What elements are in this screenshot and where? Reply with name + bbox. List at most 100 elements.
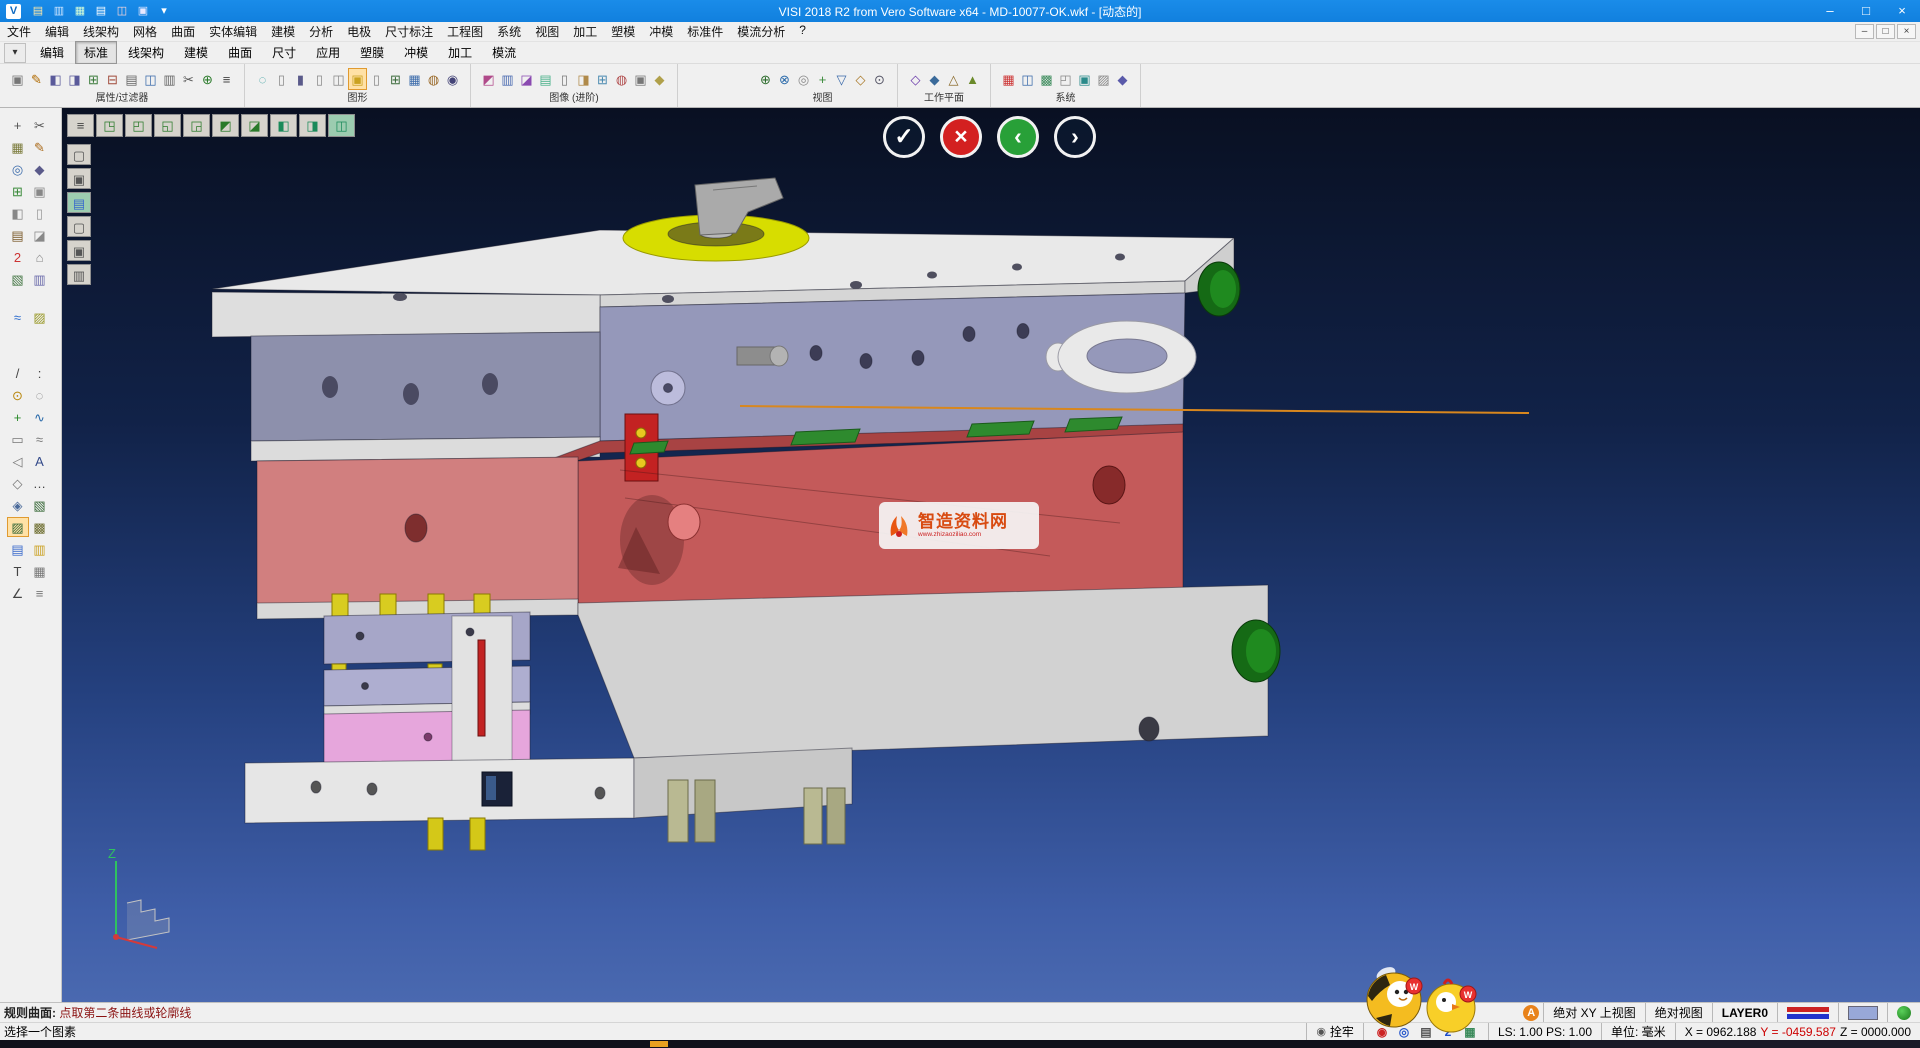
toolbar-tab[interactable]: 塑膜 (351, 41, 393, 64)
left-tool-icon[interactable]: ▣ (29, 181, 51, 201)
layer-cell[interactable]: LAYER0 (1712, 1003, 1777, 1022)
menu-item[interactable]: 系统 (490, 23, 528, 40)
left-tool-icon[interactable]: ▨ (7, 517, 29, 537)
menu-item[interactable]: 建模 (264, 23, 302, 40)
toolbar-icon[interactable]: ◇ (906, 68, 925, 90)
toolbar-tab[interactable]: 标准 (75, 41, 117, 64)
toolbar-icon[interactable]: ◨ (574, 68, 593, 90)
toolbar-icon[interactable]: ✂ (179, 68, 198, 90)
left-tool-icon[interactable]: ◎ (7, 159, 29, 179)
menu-item[interactable]: 标准件 (680, 23, 730, 40)
left-tool-icon[interactable]: + (7, 115, 29, 135)
left-tool-icon[interactable]: ⌂ (29, 247, 51, 267)
menu-item[interactable]: 文件 (0, 23, 38, 40)
left-tool-icon[interactable]: ▯ (29, 203, 51, 223)
left-tool-icon[interactable]: : (29, 363, 51, 383)
open-file-icon[interactable]: ▥ (50, 3, 68, 19)
view-back-icon[interactable]: ◩ (212, 114, 239, 137)
toolbar-icon[interactable]: ◉ (443, 68, 462, 90)
toolbar-icon[interactable]: ▩ (1037, 68, 1056, 90)
toolbar-icon[interactable]: ◨ (65, 68, 84, 90)
toolbar-tab[interactable]: 应用 (307, 41, 349, 64)
globe-cell[interactable] (1887, 1003, 1920, 1022)
toolbar-icon[interactable]: ⊕ (198, 68, 217, 90)
toolbar-icon[interactable]: ◆ (650, 68, 669, 90)
left-tool-icon[interactable]: ◈ (7, 495, 29, 515)
toolbar-icon[interactable]: ◇ (851, 68, 870, 90)
left-tool-icon[interactable]: ≈ (7, 307, 29, 327)
annotation-a-icon[interactable]: A (1523, 1005, 1539, 1021)
3d-viewport[interactable]: Z (62, 108, 1920, 1002)
abs-xy-view-cell[interactable]: 绝对 XY 上视图 (1543, 1003, 1644, 1022)
toolbar-icon[interactable]: ▨ (1094, 68, 1113, 90)
doc-minimize-button[interactable]: – (1855, 24, 1874, 39)
left-tool-icon[interactable]: ▦ (7, 137, 29, 157)
confirm-ok-button[interactable]: ✓ (883, 116, 925, 158)
undo-icon[interactable]: ◫ (113, 3, 131, 19)
toolbar-icon[interactable]: ▤ (122, 68, 141, 90)
close-button[interactable]: × (1884, 0, 1920, 22)
toolbar-icon[interactable]: ◎ (794, 68, 813, 90)
menu-item[interactable]: 冲模 (642, 23, 680, 40)
left-tool-icon[interactable]: ◆ (29, 159, 51, 179)
clip-4-icon[interactable]: ▢ (67, 216, 91, 237)
toolbar-icon[interactable]: ◪ (517, 68, 536, 90)
toolbar-tab[interactable]: 模流 (483, 41, 525, 64)
toolbar-icon[interactable]: ▦ (999, 68, 1018, 90)
left-tool-icon[interactable]: + (7, 407, 29, 427)
left-tool-icon[interactable]: … (29, 473, 51, 493)
left-tool-icon[interactable]: ✎ (29, 137, 51, 157)
taskbar[interactable] (0, 1040, 1920, 1048)
clip-2-icon[interactable]: ▣ (67, 168, 91, 189)
view-top-icon[interactable]: ◰ (125, 114, 152, 137)
left-tool-icon[interactable]: ▨ (29, 307, 51, 327)
left-tool-icon[interactable]: ≡ (29, 583, 51, 603)
menu-item[interactable]: 实体编辑 (202, 23, 264, 40)
toolbar-icon[interactable]: ◌ (253, 68, 272, 90)
confirm-cancel-button[interactable]: × (940, 116, 982, 158)
toolbar-icon[interactable]: ▮ (291, 68, 310, 90)
dropdown-icon[interactable]: ▾ (155, 3, 173, 19)
taskbar-app-icon[interactable] (650, 1041, 668, 1047)
menu-item[interactable]: 工程图 (440, 23, 490, 40)
doc-close-button[interactable]: × (1897, 24, 1916, 39)
toolbar-icon[interactable]: ▣ (8, 68, 27, 90)
clip-1-icon[interactable]: ▢ (67, 144, 91, 165)
abs-view-cell[interactable]: 绝对视图 (1645, 1003, 1712, 1022)
menu-item[interactable]: 分析 (302, 23, 340, 40)
mold-assembly[interactable] (212, 178, 1529, 850)
toolbar-icon[interactable]: ▣ (631, 68, 650, 90)
clip-6-icon[interactable]: ▥ (67, 264, 91, 285)
left-tool-icon[interactable]: ◇ (7, 473, 29, 493)
toolbar-icon[interactable]: ◆ (925, 68, 944, 90)
toolbar-icon[interactable]: ⊗ (775, 68, 794, 90)
left-tool-icon[interactable]: ⊙ (7, 385, 29, 405)
toolbar-tab[interactable]: 曲面 (219, 41, 261, 64)
toolbar-icon[interactable]: ◆ (1113, 68, 1132, 90)
restore-button[interactable]: □ (1848, 0, 1884, 22)
toolbar-icon[interactable]: ▥ (160, 68, 179, 90)
toolbar-icon[interactable]: ⊕ (756, 68, 775, 90)
left-tool-icon[interactable]: ⊞ (7, 181, 29, 201)
toolbar-icon[interactable]: ◫ (141, 68, 160, 90)
menu-item[interactable]: 视图 (528, 23, 566, 40)
view-right-icon[interactable]: ◧ (270, 114, 297, 137)
lock-toggle[interactable]: ◉ 拴牢 (1306, 1023, 1363, 1040)
toolbar-icon[interactable]: ▯ (272, 68, 291, 90)
menu-item[interactable]: 曲面 (164, 23, 202, 40)
new-file-icon[interactable]: ▤ (29, 3, 47, 19)
toolbar-tab[interactable]: 冲模 (395, 41, 437, 64)
toolbar-icon[interactable]: ▣ (348, 68, 367, 90)
toolbar-icon[interactable]: ◩ (479, 68, 498, 90)
confirm-prev-button[interactable]: ‹ (997, 116, 1039, 158)
view-shaded-icon[interactable]: ◫ (328, 114, 355, 137)
toolbar-icon[interactable]: ▣ (1075, 68, 1094, 90)
toolbar-icon[interactable]: ⊙ (870, 68, 889, 90)
toolbar-icon[interactable]: ◍ (612, 68, 631, 90)
toolbar-icon[interactable]: ≡ (217, 68, 236, 90)
doc-restore-button[interactable]: □ (1876, 24, 1895, 39)
left-tool-icon[interactable]: T (7, 561, 29, 581)
toolbar-icon[interactable]: ▥ (498, 68, 517, 90)
toolbar-tab[interactable]: 线架构 (119, 41, 173, 64)
print-icon[interactable]: ▤ (92, 3, 110, 19)
